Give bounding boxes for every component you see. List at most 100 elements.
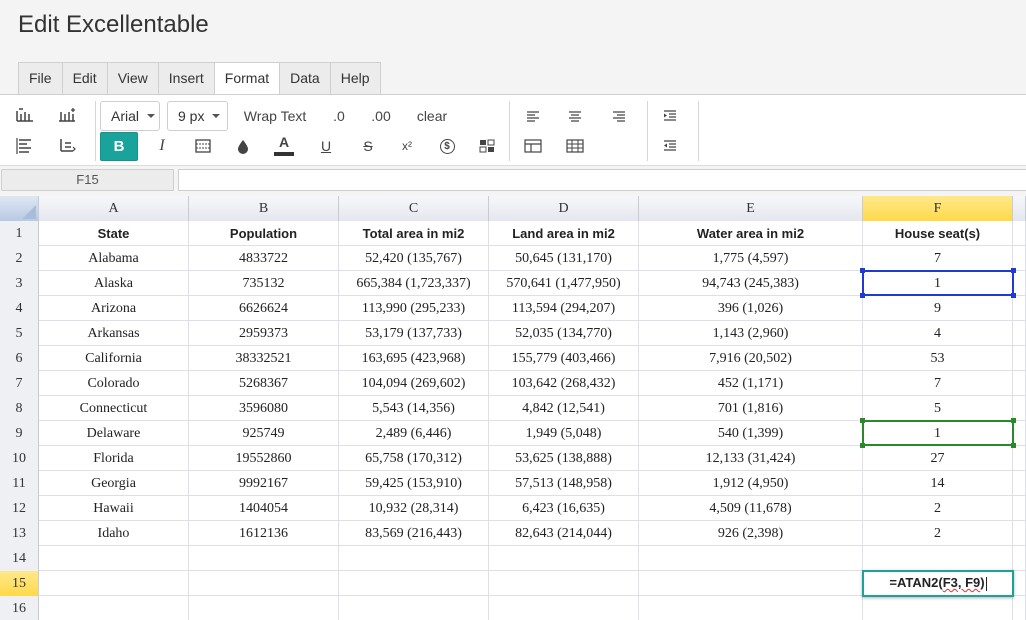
row-header-14[interactable]: 14: [0, 546, 39, 571]
align-center-icon[interactable]: [562, 104, 588, 128]
row-header-11[interactable]: 11: [0, 471, 39, 496]
cell-f1[interactable]: House seat(s): [863, 221, 1013, 246]
cell-a4[interactable]: Arizona: [39, 296, 189, 321]
cell-b6[interactable]: 38332521: [189, 346, 339, 371]
currency-icon[interactable]: $: [436, 135, 458, 157]
cell-d10[interactable]: 53,625 (138,888): [489, 446, 639, 471]
cell-f14[interactable]: [863, 546, 1013, 571]
cell-b12[interactable]: 1404054: [189, 496, 339, 521]
cell-c9[interactable]: 2,489 (6,446): [339, 421, 489, 446]
cell-b14[interactable]: [189, 546, 339, 571]
row-header-1[interactable]: 1: [0, 221, 39, 246]
cell-g6[interactable]: [1013, 346, 1026, 371]
underline-button[interactable]: U: [314, 135, 338, 157]
cell-e12[interactable]: 4,509 (11,678): [639, 496, 863, 521]
cell-e10[interactable]: 12,133 (31,424): [639, 446, 863, 471]
cell-f12[interactable]: 2: [863, 496, 1013, 521]
cell-c11[interactable]: 59,425 (153,910): [339, 471, 489, 496]
conditional-format-icon[interactable]: [474, 134, 500, 158]
column-header-a[interactable]: A: [39, 196, 189, 221]
borders-icon[interactable]: [190, 134, 216, 158]
menu-tab-help[interactable]: Help: [330, 63, 380, 94]
cell-c13[interactable]: 83,569 (216,443): [339, 521, 489, 546]
cell-f10[interactable]: 27: [863, 446, 1013, 471]
menu-tab-insert[interactable]: Insert: [158, 63, 215, 94]
cell-c4[interactable]: 113,990 (295,233): [339, 296, 489, 321]
cell-d6[interactable]: 155,779 (403,466): [489, 346, 639, 371]
cell-f16[interactable]: [863, 596, 1013, 620]
cell-g7[interactable]: [1013, 371, 1026, 396]
cell-d15[interactable]: [489, 571, 639, 596]
row-header-9[interactable]: 9: [0, 421, 39, 446]
cell-d12[interactable]: 6,423 (16,635): [489, 496, 639, 521]
cell-editor-f15[interactable]: =ATAN2(F3, F9): [862, 570, 1014, 597]
cell-a2[interactable]: Alabama: [39, 246, 189, 271]
cell-c5[interactable]: 53,179 (137,733): [339, 321, 489, 346]
cell-b15[interactable]: [189, 571, 339, 596]
cell-g9[interactable]: [1013, 421, 1026, 446]
cell-c14[interactable]: [339, 546, 489, 571]
select-all-corner[interactable]: [0, 196, 39, 221]
cell-c15[interactable]: [339, 571, 489, 596]
insert-rows-above-icon[interactable]: [12, 104, 38, 128]
delete-rows-icon[interactable]: [12, 134, 38, 158]
cell-e3[interactable]: 94,743 (245,383): [639, 271, 863, 296]
menu-tab-data[interactable]: Data: [280, 63, 331, 94]
bold-button[interactable]: B: [100, 132, 138, 161]
insert-columns-icon[interactable]: [54, 104, 80, 128]
cell-b11[interactable]: 9992167: [189, 471, 339, 496]
row-header-4[interactable]: 4: [0, 296, 39, 321]
cell-e16[interactable]: [639, 596, 863, 620]
cell-b3[interactable]: 735132: [189, 271, 339, 296]
cell-b4[interactable]: 6626624: [189, 296, 339, 321]
cell-d3[interactable]: 570,641 (1,477,950): [489, 271, 639, 296]
cell-e5[interactable]: 1,143 (2,960): [639, 321, 863, 346]
grid-icon[interactable]: [562, 134, 588, 158]
cell-e11[interactable]: 1,912 (4,950): [639, 471, 863, 496]
cell-e1[interactable]: Water area in mi2: [639, 221, 863, 246]
cell-c16[interactable]: [339, 596, 489, 620]
row-header-10[interactable]: 10: [0, 446, 39, 471]
row-header-13[interactable]: 13: [0, 521, 39, 546]
row-header-3[interactable]: 3: [0, 271, 39, 296]
cell-e6[interactable]: 7,916 (20,502): [639, 346, 863, 371]
cell-a12[interactable]: Hawaii: [39, 496, 189, 521]
cell-c10[interactable]: 65,758 (170,312): [339, 446, 489, 471]
cell-name-box[interactable]: F15: [1, 169, 174, 191]
font-family-select[interactable]: Arial: [100, 101, 160, 131]
cell-g2[interactable]: [1013, 246, 1026, 271]
cell-g1[interactable]: [1013, 221, 1026, 246]
menu-tab-format[interactable]: Format: [214, 63, 281, 96]
cell-g15[interactable]: [1013, 571, 1026, 596]
cell-d4[interactable]: 113,594 (294,207): [489, 296, 639, 321]
cell-a1[interactable]: State: [39, 221, 189, 246]
cell-d1[interactable]: Land area in mi2: [489, 221, 639, 246]
cell-g8[interactable]: [1013, 396, 1026, 421]
cell-f8[interactable]: 5: [863, 396, 1013, 421]
strikethrough-button[interactable]: S: [356, 135, 380, 157]
cell-g16[interactable]: [1013, 596, 1026, 620]
cell-a14[interactable]: [39, 546, 189, 571]
cell-c8[interactable]: 5,543 (14,356): [339, 396, 489, 421]
align-right-icon[interactable]: [606, 104, 632, 128]
row-header-16[interactable]: 16: [0, 596, 39, 620]
cell-b2[interactable]: 4833722: [189, 246, 339, 271]
cell-b5[interactable]: 2959373: [189, 321, 339, 346]
superscript-button[interactable]: x²: [395, 135, 419, 157]
outdent-icon[interactable]: [657, 134, 683, 158]
cell-g3[interactable]: [1013, 271, 1026, 296]
cell-g5[interactable]: [1013, 321, 1026, 346]
cell-a15[interactable]: [39, 571, 189, 596]
column-header-g[interactable]: [1013, 196, 1026, 221]
column-header-c[interactable]: C: [339, 196, 489, 221]
column-header-d[interactable]: D: [489, 196, 639, 221]
cell-e8[interactable]: 701 (1,816): [639, 396, 863, 421]
cell-f2[interactable]: 7: [863, 246, 1013, 271]
column-header-e[interactable]: E: [639, 196, 863, 221]
cell-c1[interactable]: Total area in mi2: [339, 221, 489, 246]
increase-decimal-button[interactable]: .00: [366, 105, 396, 127]
cell-f5[interactable]: 4: [863, 321, 1013, 346]
cell-e14[interactable]: [639, 546, 863, 571]
cell-f6[interactable]: 53: [863, 346, 1013, 371]
font-size-select[interactable]: 9 px: [167, 101, 228, 131]
